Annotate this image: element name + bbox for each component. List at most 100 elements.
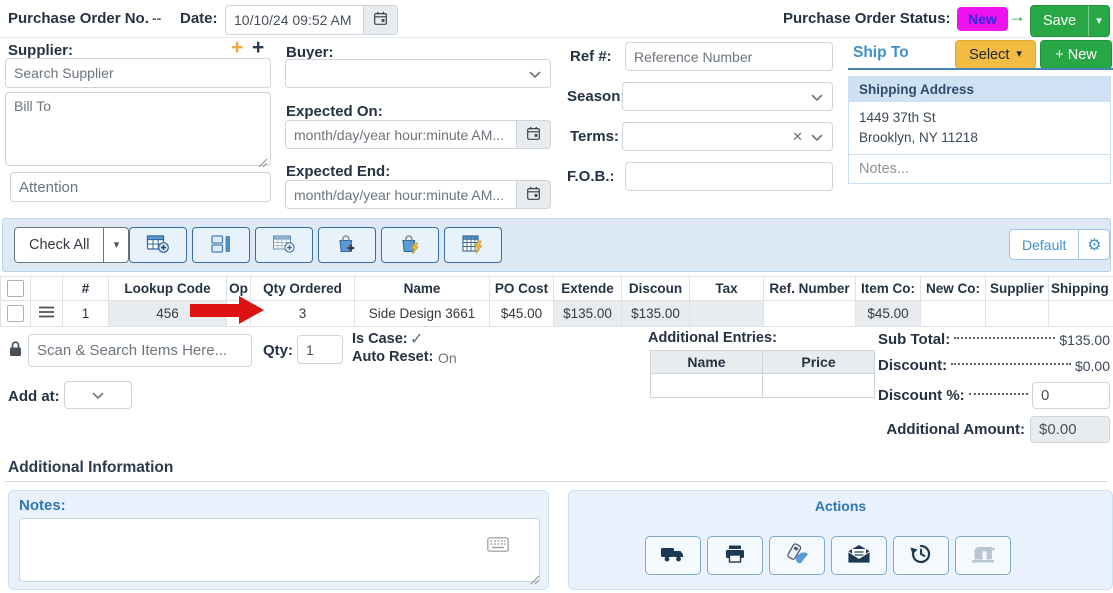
ship-to-new-button[interactable]: + New <box>1040 40 1112 69</box>
cell-ref-number[interactable] <box>764 301 856 327</box>
calendar-icon <box>526 186 541 204</box>
add-at-select[interactable] <box>64 381 132 409</box>
print-button[interactable] <box>707 536 763 575</box>
header-drag-cell <box>31 277 63 301</box>
discount-line: Discount: $0.00 <box>878 357 1110 374</box>
actions-title: Actions <box>569 491 1112 514</box>
notes-resize-handle[interactable] <box>530 572 540 588</box>
ship-to-select-button[interactable]: Select ▾ <box>955 40 1036 69</box>
bill-to-textarea[interactable] <box>5 92 271 166</box>
items-table: # Lookup Code Op Qty Ordered Name PO Cos… <box>0 276 1113 327</box>
col-po-cost: PO Cost <box>490 277 554 301</box>
season-select[interactable] <box>622 82 833 111</box>
annotation-arrow-head <box>239 296 264 324</box>
grid-add-button[interactable] <box>255 227 313 263</box>
expected-on-calendar-button[interactable] <box>517 120 551 149</box>
keyboard-icon[interactable] <box>487 537 509 555</box>
buyer-select[interactable] <box>285 59 551 88</box>
save-button[interactable]: Save ▾ <box>1030 5 1110 37</box>
sub-total-line: Sub Total: $135.00 <box>878 331 1110 348</box>
check-all-button[interactable]: Check All ▾ <box>14 227 129 263</box>
purchase-order-page: Purchase Order No. -- Date: Purchase Ord… <box>0 0 1113 593</box>
col-lookup-code: Lookup Code <box>109 277 227 301</box>
additional-entries-price-cell[interactable] <box>763 374 875 398</box>
cell-item-cost: $45.00 <box>856 301 921 327</box>
header-checkbox-cell <box>1 277 31 301</box>
production-button[interactable] <box>955 536 1011 575</box>
email-button[interactable] <box>831 536 887 575</box>
check-all-caret[interactable]: ▾ <box>103 228 128 262</box>
auto-reset-label: Auto Reset: <box>352 349 433 365</box>
cell-supplier[interactable] <box>986 301 1049 327</box>
bag-add-icon <box>334 233 360 258</box>
label-maker-icon <box>783 542 811 569</box>
chevron-down-icon <box>811 89 823 105</box>
add-row-table-button[interactable] <box>129 227 187 263</box>
add-bag-button[interactable] <box>318 227 376 263</box>
receive-shipment-button[interactable] <box>645 536 701 575</box>
additional-entries-row[interactable] <box>651 374 875 398</box>
scan-search-input[interactable] <box>28 334 252 367</box>
expected-end-calendar-button[interactable] <box>517 180 551 209</box>
row-checkbox[interactable] <box>7 305 24 322</box>
row-drag-cell <box>31 301 63 327</box>
ship-to-notes-field[interactable]: Notes... <box>849 154 1110 183</box>
print-labels-button[interactable] <box>769 536 825 575</box>
ship-to-new-label: + New <box>1055 47 1097 63</box>
attention-input[interactable] <box>10 172 271 202</box>
discount-pct-label: Discount %: <box>878 387 965 404</box>
quick-table-button[interactable] <box>444 227 502 263</box>
cell-name[interactable]: Side Design 3661 <box>355 301 490 327</box>
add-at-label: Add at: <box>8 388 60 405</box>
date-calendar-button[interactable] <box>364 5 398 35</box>
supplier-search-input[interactable] <box>5 58 271 88</box>
address-line-1: 1449 37th St <box>859 108 1100 128</box>
layout-default-button[interactable]: Default ⚙ <box>1009 229 1110 260</box>
expected-end-label: Expected End: <box>286 163 390 180</box>
col-shipping-date: Shipping D <box>1049 277 1113 301</box>
table-flash-icon <box>460 233 486 258</box>
expected-on-input[interactable] <box>285 120 517 149</box>
auto-reset-value: On <box>438 350 457 366</box>
is-case-label: Is Case: <box>352 331 408 347</box>
grid-toolbar: Check All ▾ Default ⚙ <box>2 218 1111 272</box>
date-input[interactable] <box>225 5 364 35</box>
cell-number: 1 <box>63 301 109 327</box>
col-tax: Tax <box>690 277 764 301</box>
terms-clear-icon[interactable]: ✕ <box>792 129 803 145</box>
cell-shipping-date[interactable] <box>1049 301 1113 327</box>
additional-entries-table: Name Price <box>650 350 875 398</box>
discount-pct-line: Discount %: <box>878 382 1110 409</box>
qty-input[interactable] <box>297 335 343 364</box>
terms-label: Terms: <box>570 128 619 145</box>
cell-po-cost[interactable]: $45.00 <box>490 301 554 327</box>
discount-pct-input[interactable] <box>1032 382 1110 409</box>
terms-select[interactable]: ✕ <box>622 122 833 151</box>
history-button[interactable] <box>893 536 949 575</box>
chevron-down-icon <box>92 387 104 403</box>
gear-icon[interactable]: ⚙ <box>1078 230 1109 259</box>
date-label: Date: <box>180 10 218 27</box>
cell-new-cost[interactable] <box>921 301 986 327</box>
notes-textarea[interactable] <box>19 518 540 582</box>
sub-total-value: $135.00 <box>1059 332 1110 348</box>
fob-input[interactable] <box>625 162 833 191</box>
billto-resize-handle[interactable] <box>258 155 268 171</box>
split-view-button[interactable] <box>192 227 250 263</box>
ship-to-select-label: Select <box>969 47 1009 63</box>
cell-qty-ordered[interactable]: 3 <box>251 301 355 327</box>
quick-bag-button[interactable] <box>381 227 439 263</box>
col-item-cost: Item Co: <box>856 277 921 301</box>
dotted-leader <box>969 392 1028 395</box>
additional-amount-label: Additional Amount: <box>886 421 1025 438</box>
save-dropdown-caret[interactable]: ▾ <box>1088 6 1109 36</box>
ref-input[interactable] <box>625 42 833 71</box>
select-all-checkbox[interactable] <box>7 280 24 297</box>
supplier-quick-add-icon[interactable]: + <box>231 36 243 60</box>
drag-handle-icon[interactable] <box>38 306 55 321</box>
additional-entries-name-cell[interactable] <box>651 374 763 398</box>
notes-panel: Notes: <box>8 490 549 590</box>
supplier-add-icon[interactable]: + <box>252 36 264 60</box>
grid-add-icon <box>271 233 297 258</box>
expected-end-input[interactable] <box>285 180 517 209</box>
